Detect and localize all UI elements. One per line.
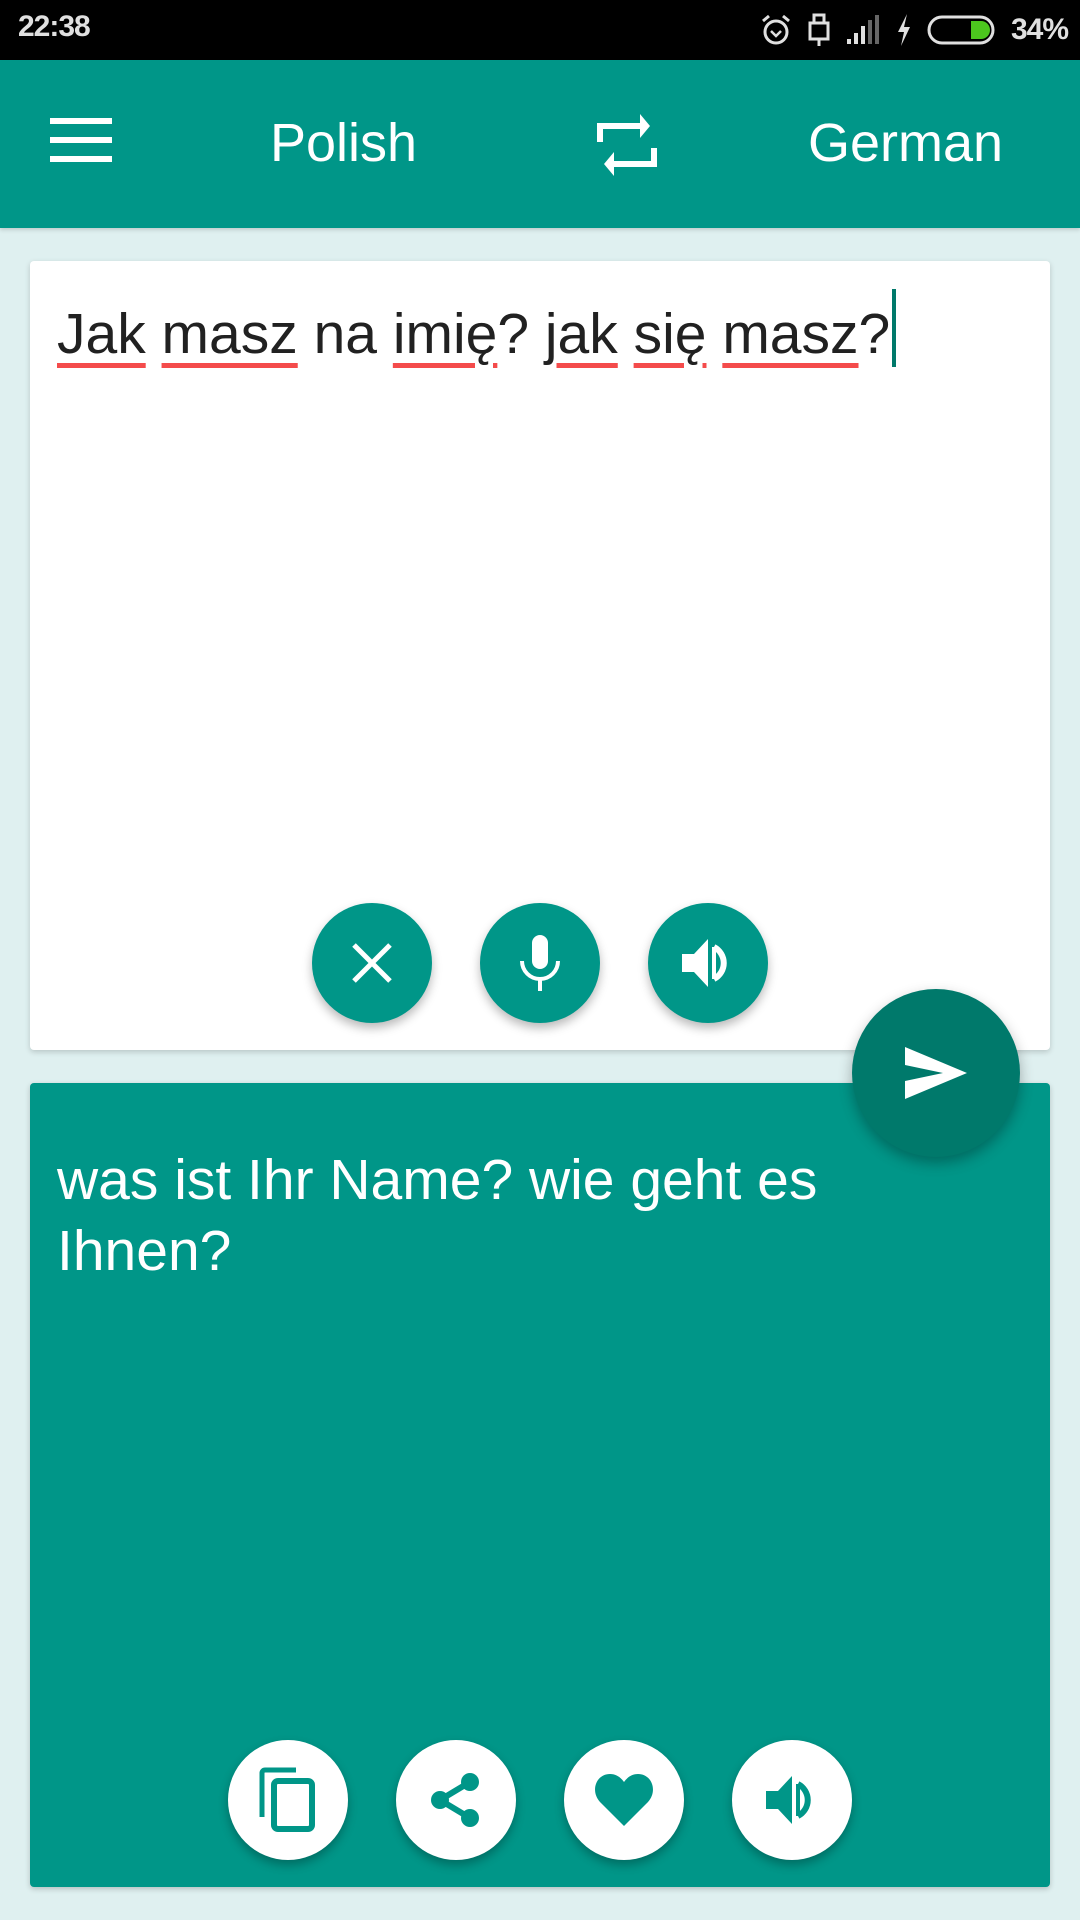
microphone-icon xyxy=(520,935,560,991)
source-word: imię xyxy=(392,302,498,366)
translated-text: was ist Ihr Name? wie geht es Ihnen? xyxy=(57,1148,818,1283)
speaker-icon xyxy=(766,1776,811,1824)
status-time: 22:38 xyxy=(18,10,91,43)
clear-button[interactable] xyxy=(312,903,432,1023)
speaker-icon xyxy=(682,939,727,987)
share-button[interactable] xyxy=(396,1740,516,1860)
signal-icon xyxy=(846,15,879,44)
source-word: masz xyxy=(161,302,298,366)
source-word: się xyxy=(633,302,707,366)
swap-languages-icon[interactable] xyxy=(594,112,660,178)
source-punct: ? xyxy=(497,302,545,366)
translate-button[interactable] xyxy=(852,989,1020,1157)
favorite-icon xyxy=(595,1774,653,1826)
target-language-selector[interactable]: German xyxy=(808,112,1003,174)
status-bar: 22:38 34% xyxy=(0,0,1080,60)
source-word: na xyxy=(313,302,377,366)
battery-icon xyxy=(927,15,995,45)
source-language-selector[interactable]: Polish xyxy=(270,112,417,174)
clear-icon xyxy=(352,943,392,983)
battery-percent: 34% xyxy=(1010,13,1069,46)
source-word: Jak xyxy=(57,302,146,366)
text-caret xyxy=(892,289,897,367)
share-icon xyxy=(431,1773,479,1827)
source-punct: ? xyxy=(858,302,891,366)
app-bar: Polish German xyxy=(0,60,1080,228)
alarm-icon xyxy=(761,14,790,45)
output-card: was ist Ihr Name? wie geht es Ihnen? xyxy=(30,1083,1050,1887)
speak-source-button[interactable] xyxy=(648,903,768,1023)
source-word: masz xyxy=(722,302,859,366)
favorite-button[interactable] xyxy=(564,1740,684,1860)
microphone-button[interactable] xyxy=(480,903,600,1023)
copy-button[interactable] xyxy=(228,1740,348,1860)
usb-icon xyxy=(808,13,830,46)
source-text-input[interactable]: Jak masz na imię? jak się masz? xyxy=(57,289,1020,376)
speak-translation-button[interactable] xyxy=(732,1740,852,1860)
send-icon xyxy=(905,1047,967,1099)
source-word: jak xyxy=(544,302,618,366)
charging-icon xyxy=(897,14,910,46)
hamburger-menu-icon[interactable] xyxy=(50,118,112,170)
copy-icon xyxy=(259,1767,315,1832)
